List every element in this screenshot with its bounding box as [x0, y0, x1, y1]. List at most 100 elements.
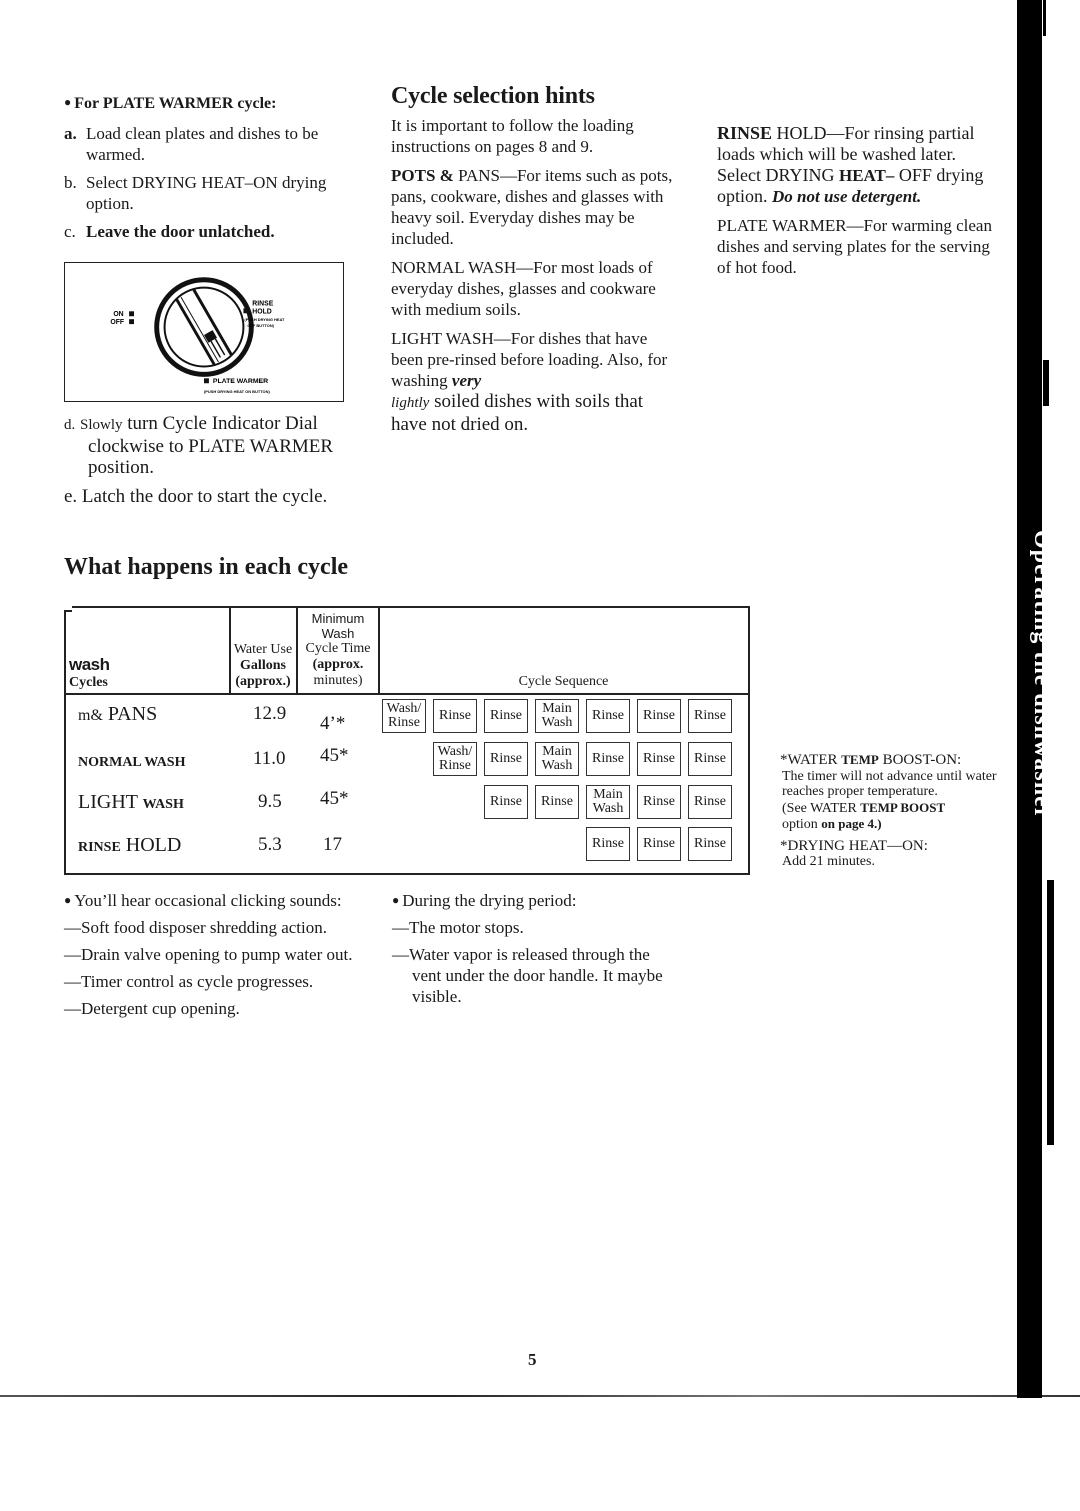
- hint-light-wash: LIGHT WASH—For dishes that have been pre…: [391, 329, 668, 435]
- cycle-step-box: Rinse: [688, 785, 732, 819]
- cycle-hints-section: Cycle selection hints It is important to…: [391, 84, 676, 443]
- cycle-step-box: Rinse: [637, 827, 681, 861]
- cycle-step-box: Rinse: [535, 785, 579, 819]
- section-tab-label: Operating the dishwasher: [1029, 530, 1047, 820]
- tab-marker: [1043, 360, 1049, 406]
- drying-intro: ● During the drying period:: [392, 891, 577, 910]
- dial-icon: [154, 277, 254, 377]
- bullet-icon: ●: [64, 95, 72, 109]
- footer-rule: [0, 1395, 1080, 1397]
- row-label-pots-pans: m& PANS: [78, 703, 158, 725]
- cycle-step-label: Wash/: [437, 744, 473, 759]
- sounds-item: —Detergent cup opening.: [64, 999, 240, 1018]
- dial-rinse-note-1: (PUSH DRYING HEAT: [244, 317, 285, 322]
- table-footnotes: *WATER TEMP BOOST-ON: The timer will not…: [780, 752, 1000, 876]
- bullet-icon: ●: [64, 893, 72, 907]
- hints-intro: It is important to follow the loading in…: [391, 116, 634, 156]
- cycle-step-label: Main: [542, 701, 572, 716]
- minutes-rinse-hold: 17: [323, 834, 342, 855]
- dial-on-label: ON: [113, 311, 123, 318]
- row-label-rinse-hold: RINSE HOLD: [78, 834, 182, 856]
- drying-item: —The motor stops.: [392, 918, 524, 937]
- hint-plate-warmer: PLATE WARMER—For warming clean dishes an…: [717, 216, 992, 277]
- header-wash: wash: [69, 655, 110, 674]
- minutes-light-wash: 45*: [320, 788, 349, 809]
- gallons-rinse-hold: 5.3: [258, 834, 282, 855]
- sounds-item: —Drain valve opening to pump water out.: [64, 945, 353, 964]
- step-d: d. Slowly turn Cycle Indicator Dial cloc…: [64, 413, 334, 478]
- cycle-step-label: Wash: [541, 715, 573, 730]
- cycle-step-box: Main Wash: [535, 699, 579, 733]
- cycle-step-box: Rinse: [637, 699, 681, 733]
- footnote-water-temp-boost: *WATER TEMP BOOST-ON: The timer will not…: [780, 752, 997, 832]
- row-label-normal-wash: NORMAL WASH: [78, 755, 186, 770]
- gallons-pots-pans: 12.9: [253, 703, 287, 724]
- cycle-step-label: Rinse: [439, 758, 471, 773]
- cycle-step-box: Rinse: [586, 827, 630, 861]
- hint-normal-wash: NORMAL WASH—For most loads of everyday d…: [391, 258, 656, 319]
- hint-pots-pans: POTS & PANS—For items such as pots, pans…: [391, 166, 673, 248]
- step-c: c. Leave the door unlatched.: [64, 222, 275, 241]
- cycle-step-box: Main Wash: [586, 785, 630, 819]
- tab-marker: [1047, 880, 1054, 1145]
- cycle-step-box: Rinse: [637, 785, 681, 819]
- cycle-step-box: Rinse: [637, 742, 681, 776]
- bracket-tick: [64, 610, 72, 612]
- cycle-step-box: Rinse: [688, 699, 732, 733]
- clicking-sounds-section: ● You’ll hear occasional clicking sounds:…: [64, 890, 354, 1025]
- step-a: a. Load clean plates and dishes to be war…: [64, 124, 319, 164]
- dial-rinse-note-2: OFF BUTTON): [247, 323, 274, 328]
- drying-item: —Water vapor is released through the ven…: [392, 945, 663, 1006]
- cycle-step-box: Rinse: [484, 785, 528, 819]
- cycle-hints-continued: RINSE HOLD—For rinsing partial loads whi…: [717, 123, 997, 286]
- sounds-intro: ● You’ll hear occasional clicking sounds:: [64, 891, 342, 910]
- plate-warmer-indicator-icon: [204, 378, 209, 384]
- plate-warmer-steps-continued: d. Slowly turn Cycle Indicator Dial cloc…: [64, 413, 354, 508]
- minutes-normal-wash: 45*: [320, 745, 349, 766]
- dial-rinse-label: RINSE: [252, 300, 273, 307]
- sounds-item: —Soft food disposer shredding action.: [64, 918, 327, 937]
- plate-warmer-heading: ● For PLATE WARMER cycle:: [64, 95, 277, 112]
- what-happens-title: What happens in each cycle: [64, 554, 349, 580]
- cycle-table: wash Cycles Water Use Gallons (approx.) …: [64, 605, 750, 875]
- drying-period-section: ● During the drying period: —The motor st…: [392, 890, 677, 1013]
- cycle-step-box: Rinse: [484, 699, 528, 733]
- cycle-step-label: Wash/: [386, 701, 422, 716]
- cycle-step-label: Wash: [592, 801, 624, 816]
- footnote-drying-heat: *DRYING HEAT—ON: Add 21 minutes.: [780, 837, 928, 869]
- table-left-bracket-lower: [64, 698, 66, 874]
- cycle-step-box: Rinse: [586, 742, 630, 776]
- sounds-item: —Timer control as cycle progresses.: [64, 972, 314, 991]
- minutes-pots-pans: 4’*: [320, 713, 346, 734]
- table-bottom-rule: [64, 873, 750, 875]
- cycle-step-label: Main: [542, 744, 572, 759]
- step-b: b. Select DRYING HEAT–ON drying option.: [64, 173, 327, 213]
- on-indicator-icon: [129, 311, 135, 317]
- table-header-rule: [64, 693, 750, 695]
- cycle-step-label: Rinse: [388, 715, 420, 730]
- header-cycles: Cycles: [69, 675, 108, 690]
- cycle-step-box: Wash/Rinse: [382, 699, 426, 733]
- row-label-light-wash: LIGHT WASH: [78, 791, 184, 813]
- gallons-normal-wash: 11.0: [253, 748, 286, 769]
- header-water-use: Water Use Gallons (approx.): [233, 642, 293, 689]
- cycle-step-box: Rinse: [688, 742, 732, 776]
- cycle-step-box: Main Wash: [535, 742, 579, 776]
- header-cycle-time: Minimum Wash Cycle Time (approx. minutes…: [305, 611, 371, 688]
- plate-warmer-section: ● For PLATE WARMER cycle: a. Load clean pl…: [64, 92, 344, 249]
- hint-rinse-hold: RINSE HOLD—For rinsing partial loads whi…: [717, 123, 984, 206]
- step-e: e. Latch the door to start the cycle.: [64, 486, 328, 507]
- rinse-hold-indicator-icon: [243, 308, 249, 314]
- table-right-rule: [748, 606, 750, 874]
- cycle-step-box: Rinse: [688, 827, 732, 861]
- page-number: 5: [528, 1350, 537, 1369]
- cycle-step-label: Wash: [541, 758, 573, 773]
- cycle-dial-illustration: ON OFF RINSE HOLD (PUSH DRYING HEAT OFF …: [64, 262, 344, 402]
- bullet-icon: ●: [392, 893, 400, 907]
- gallons-light-wash: 9.5: [258, 791, 282, 812]
- table-top-rule: [72, 606, 750, 608]
- dial-plate-warmer-label: PLATE WARMER: [213, 378, 268, 385]
- cycle-step-box: Wash/Rinse: [433, 742, 477, 776]
- dial-off-label: OFF: [110, 319, 124, 326]
- header-cycle-sequence: Cycle Sequence: [518, 674, 609, 689]
